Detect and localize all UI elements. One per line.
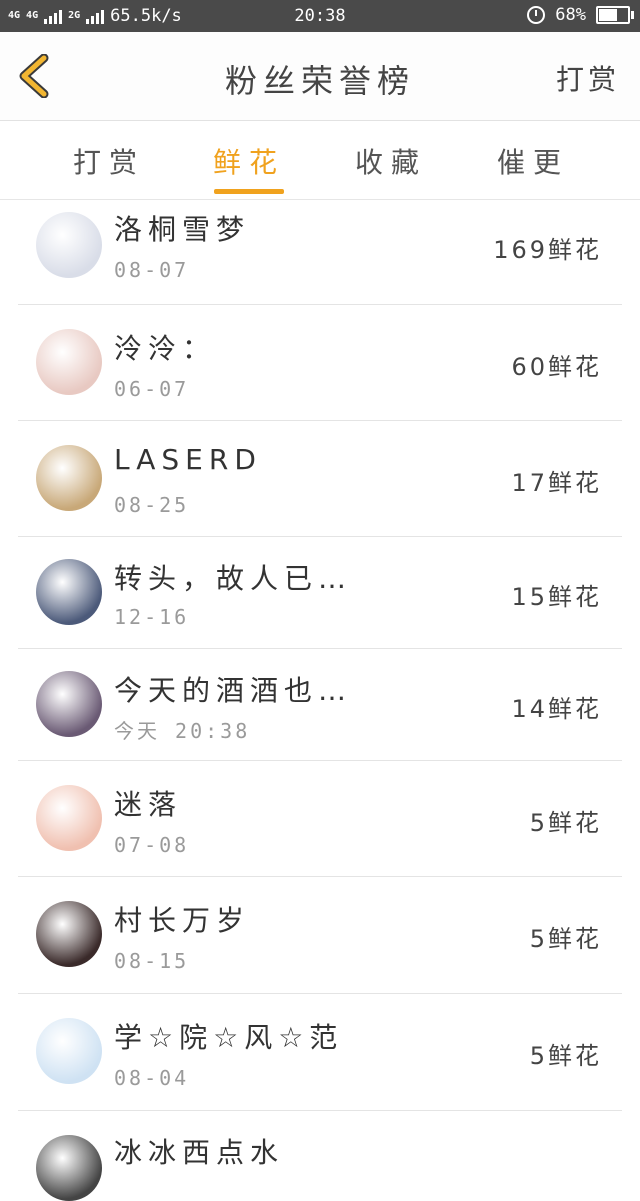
app-header: 粉丝荣誉榜 打赏 <box>0 32 640 121</box>
avatar <box>36 329 102 395</box>
fan-name: 冰冰西点水 <box>114 1136 285 1169</box>
avatar <box>36 559 102 625</box>
avatar <box>36 1135 102 1201</box>
fan-name: 洛桐雪梦 <box>114 213 251 246</box>
list-item[interactable]: LASERD 08-25 17鲜花 <box>18 421 622 537</box>
fan-name: 村长万岁 <box>114 904 251 937</box>
list-item[interactable]: 村长万岁 08-15 5鲜花 <box>18 877 622 994</box>
battery-fill <box>599 9 617 21</box>
fan-name: 泠泠： <box>114 332 217 365</box>
list-item[interactable]: 泠泠： 06-07 60鲜花 <box>18 305 622 421</box>
page-title: 粉丝荣誉榜 <box>224 62 415 100</box>
flower-count: 60鲜花 <box>511 353 602 381</box>
fan-date: 08-15 <box>114 949 190 973</box>
flower-count: 14鲜花 <box>511 695 602 723</box>
fan-name: 迷落 <box>114 788 183 821</box>
flower-count: 17鲜花 <box>511 469 602 497</box>
status-right: 68% <box>527 5 634 25</box>
fan-name: LASERD <box>114 443 262 476</box>
list-item[interactable]: 冰冰西点水 <box>18 1111 622 1201</box>
fan-name: 转头，故人已… <box>114 562 353 595</box>
fan-name: 学☆院☆风☆范 <box>114 1021 344 1054</box>
battery-icon <box>596 6 634 24</box>
tab-flowers[interactable]: 鲜花 <box>184 141 314 181</box>
fan-date: 08-04 <box>114 1066 190 1090</box>
flower-count: 15鲜花 <box>511 583 602 611</box>
list-item[interactable]: 洛桐雪梦 08-07 169鲜花 <box>18 200 622 305</box>
fan-date: 今天 20:38 <box>114 719 251 743</box>
fan-date: 06-07 <box>114 377 190 401</box>
avatar <box>36 671 102 737</box>
active-tab-indicator <box>214 189 284 194</box>
tab-favorites[interactable]: 收藏 <box>326 141 456 181</box>
avatar <box>36 212 102 278</box>
tip-button[interactable]: 打赏 <box>556 58 620 98</box>
battery-percent: 68% <box>555 5 586 25</box>
avatar <box>36 445 102 511</box>
tab-bar: 打赏 鲜花 收藏 催更 <box>0 121 640 200</box>
fan-date: 08-25 <box>114 493 190 517</box>
flower-count: 5鲜花 <box>529 809 602 837</box>
avatar <box>36 901 102 967</box>
list-item[interactable]: 转头，故人已… 12-16 15鲜花 <box>18 537 622 649</box>
alarm-icon <box>527 6 546 24</box>
status-bar: 4G 4G 2G 65.5k/s 20:38 68% <box>0 0 640 32</box>
fan-list: 洛桐雪梦 08-07 169鲜花 泠泠： 06-07 60鲜花 LASERD 0… <box>18 200 622 1201</box>
flower-count: 169鲜花 <box>493 236 602 264</box>
list-item[interactable]: 迷落 07-08 5鲜花 <box>18 761 622 877</box>
fan-date: 08-07 <box>114 258 190 282</box>
fan-name: 今天的酒酒也… <box>114 674 353 707</box>
list-item[interactable]: 今天的酒酒也… 今天 20:38 14鲜花 <box>18 649 622 761</box>
fan-date: 07-08 <box>114 833 190 857</box>
flower-count: 5鲜花 <box>529 1042 602 1070</box>
tab-update-request[interactable]: 催更 <box>468 141 598 181</box>
avatar <box>36 785 102 851</box>
flower-count: 5鲜花 <box>529 925 602 953</box>
avatar <box>36 1018 102 1084</box>
fan-date: 12-16 <box>114 605 190 629</box>
list-item[interactable]: 学☆院☆风☆范 08-04 5鲜花 <box>18 994 622 1111</box>
tab-tip[interactable]: 打赏 <box>44 141 174 181</box>
